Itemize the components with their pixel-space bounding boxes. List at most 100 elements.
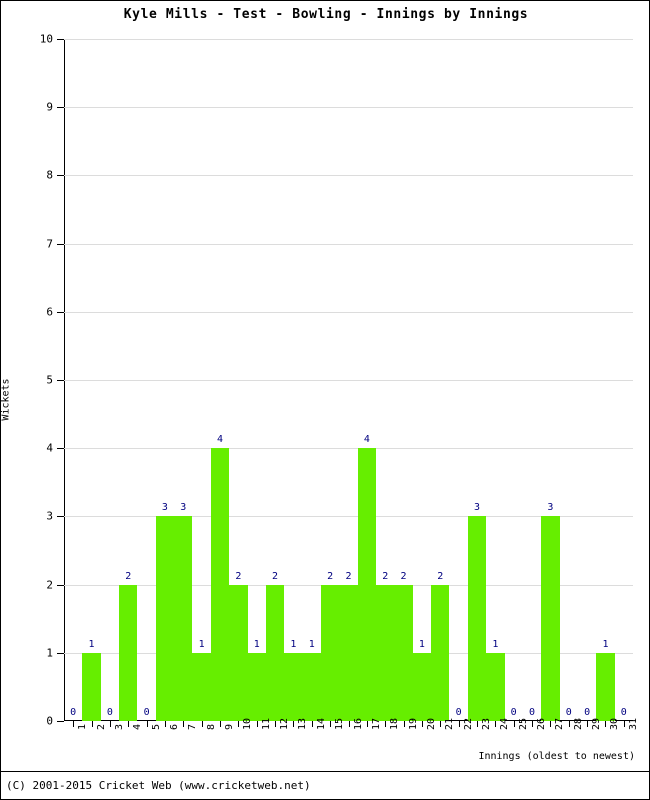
x-tick-label: 24 [499,717,511,730]
x-tick-mark [568,721,570,727]
bar-value-label: 2 [345,570,352,582]
x-tick-mark [146,721,148,727]
bar: 1 [302,39,321,721]
bar: 2 [229,39,248,721]
bar-rect [541,516,560,721]
bar-rect [486,652,505,721]
bar-rect [284,652,303,721]
bar-value-label: 4 [216,434,224,446]
bar: 2 [265,39,285,721]
bar-rect [467,516,487,721]
x-tick-label: 20 [425,717,437,730]
x-tick-mark [495,721,497,727]
bar: 1 [284,39,303,721]
x-tick-mark [164,721,166,727]
x-tick-mark [513,721,515,727]
bar-value-label: 2 [437,570,444,582]
bar-rect [596,652,615,721]
bar-value-label: 1 [492,638,499,650]
y-tick-label: 5 [46,373,53,387]
bar-value-label: 0 [106,707,113,718]
y-tick-mark [57,652,64,654]
x-tick-mark [403,721,405,727]
bar: 0 [560,39,578,721]
bar: 1 [247,39,266,721]
y-tick-label: 6 [46,305,53,319]
x-tick-label: 28 [572,717,584,730]
x-tick-mark [220,721,222,727]
x-tick-label: 14 [315,717,327,730]
bar-value-label: 0 [510,707,517,718]
x-tick-mark [330,721,332,727]
bar-value-label: 1 [88,638,95,650]
x-tick-label: 17 [370,717,382,730]
bar: 1 [596,39,615,721]
bar-value-label: 0 [143,707,150,718]
x-tick-mark [366,721,368,727]
bar: 0 [101,39,119,721]
x-tick-mark [421,721,423,727]
y-tick-label: 10 [39,32,53,46]
y-tick-mark [57,175,64,177]
bar-rect [412,652,432,721]
bar-rect [339,584,358,721]
bar-value-label: 1 [308,638,315,650]
x-tick-mark [532,721,534,727]
bar-rect [229,584,248,721]
x-tick-label: 18 [389,717,401,730]
bar-value-label: 0 [529,707,536,718]
bar: 2 [339,39,358,721]
x-tick-label: 7 [187,723,199,730]
bar-rect [210,448,230,721]
bar-value-label: 2 [235,570,242,582]
bar: 1 [192,39,211,721]
x-tick-label: 8 [205,723,217,730]
bar: 0 [615,39,633,721]
bar-value-label: 3 [161,502,168,514]
bar-value-label: 0 [620,707,627,718]
y-tick-label: 4 [46,441,53,455]
x-tick-label: 31 [627,717,639,730]
bar-value-label: 2 [272,570,279,582]
y-tick-label: 8 [46,168,53,182]
y-tick-mark [57,448,64,450]
x-tick-label: 25 [517,717,529,730]
y-tick-mark [57,516,64,518]
x-tick-mark [348,721,350,727]
x-tick-mark [256,721,258,727]
bar-value-label: 0 [565,707,572,718]
y-tick-mark [57,380,64,381]
y-tick-label: 0 [46,714,53,728]
bar: 0 [523,39,541,721]
bar: 4 [357,39,377,721]
x-tick-label: 10 [242,717,254,730]
x-tick-mark [293,721,295,727]
x-tick-label: 6 [168,723,180,730]
bar-value-label: 1 [198,638,205,650]
bar-value-label: 1 [602,638,609,650]
x-tick-label: 27 [554,717,566,730]
x-tick-mark [109,721,111,727]
bar-rect [431,584,450,721]
x-tick-label: 3 [113,723,125,730]
x-tick-mark [587,721,589,727]
bar: 3 [541,39,560,721]
bar: 1 [412,39,432,721]
bar: 0 [64,39,82,721]
x-tick-label: 22 [462,717,474,730]
bar: 2 [394,39,413,721]
bar-rect [302,652,321,721]
x-tick-mark [73,721,75,727]
x-tick-mark [238,721,240,727]
bar-value-label: 2 [125,570,132,582]
bar-value-label: 2 [327,570,334,582]
bar: 0 [137,39,155,721]
x-tick-mark [476,721,478,727]
x-tick-mark [311,721,313,727]
bar-rect [119,584,138,721]
y-tick-mark [57,584,64,586]
x-tick-label: 30 [609,717,621,730]
y-tick-mark [57,107,64,109]
bar-rect [192,652,211,721]
bar: 4 [210,39,230,721]
